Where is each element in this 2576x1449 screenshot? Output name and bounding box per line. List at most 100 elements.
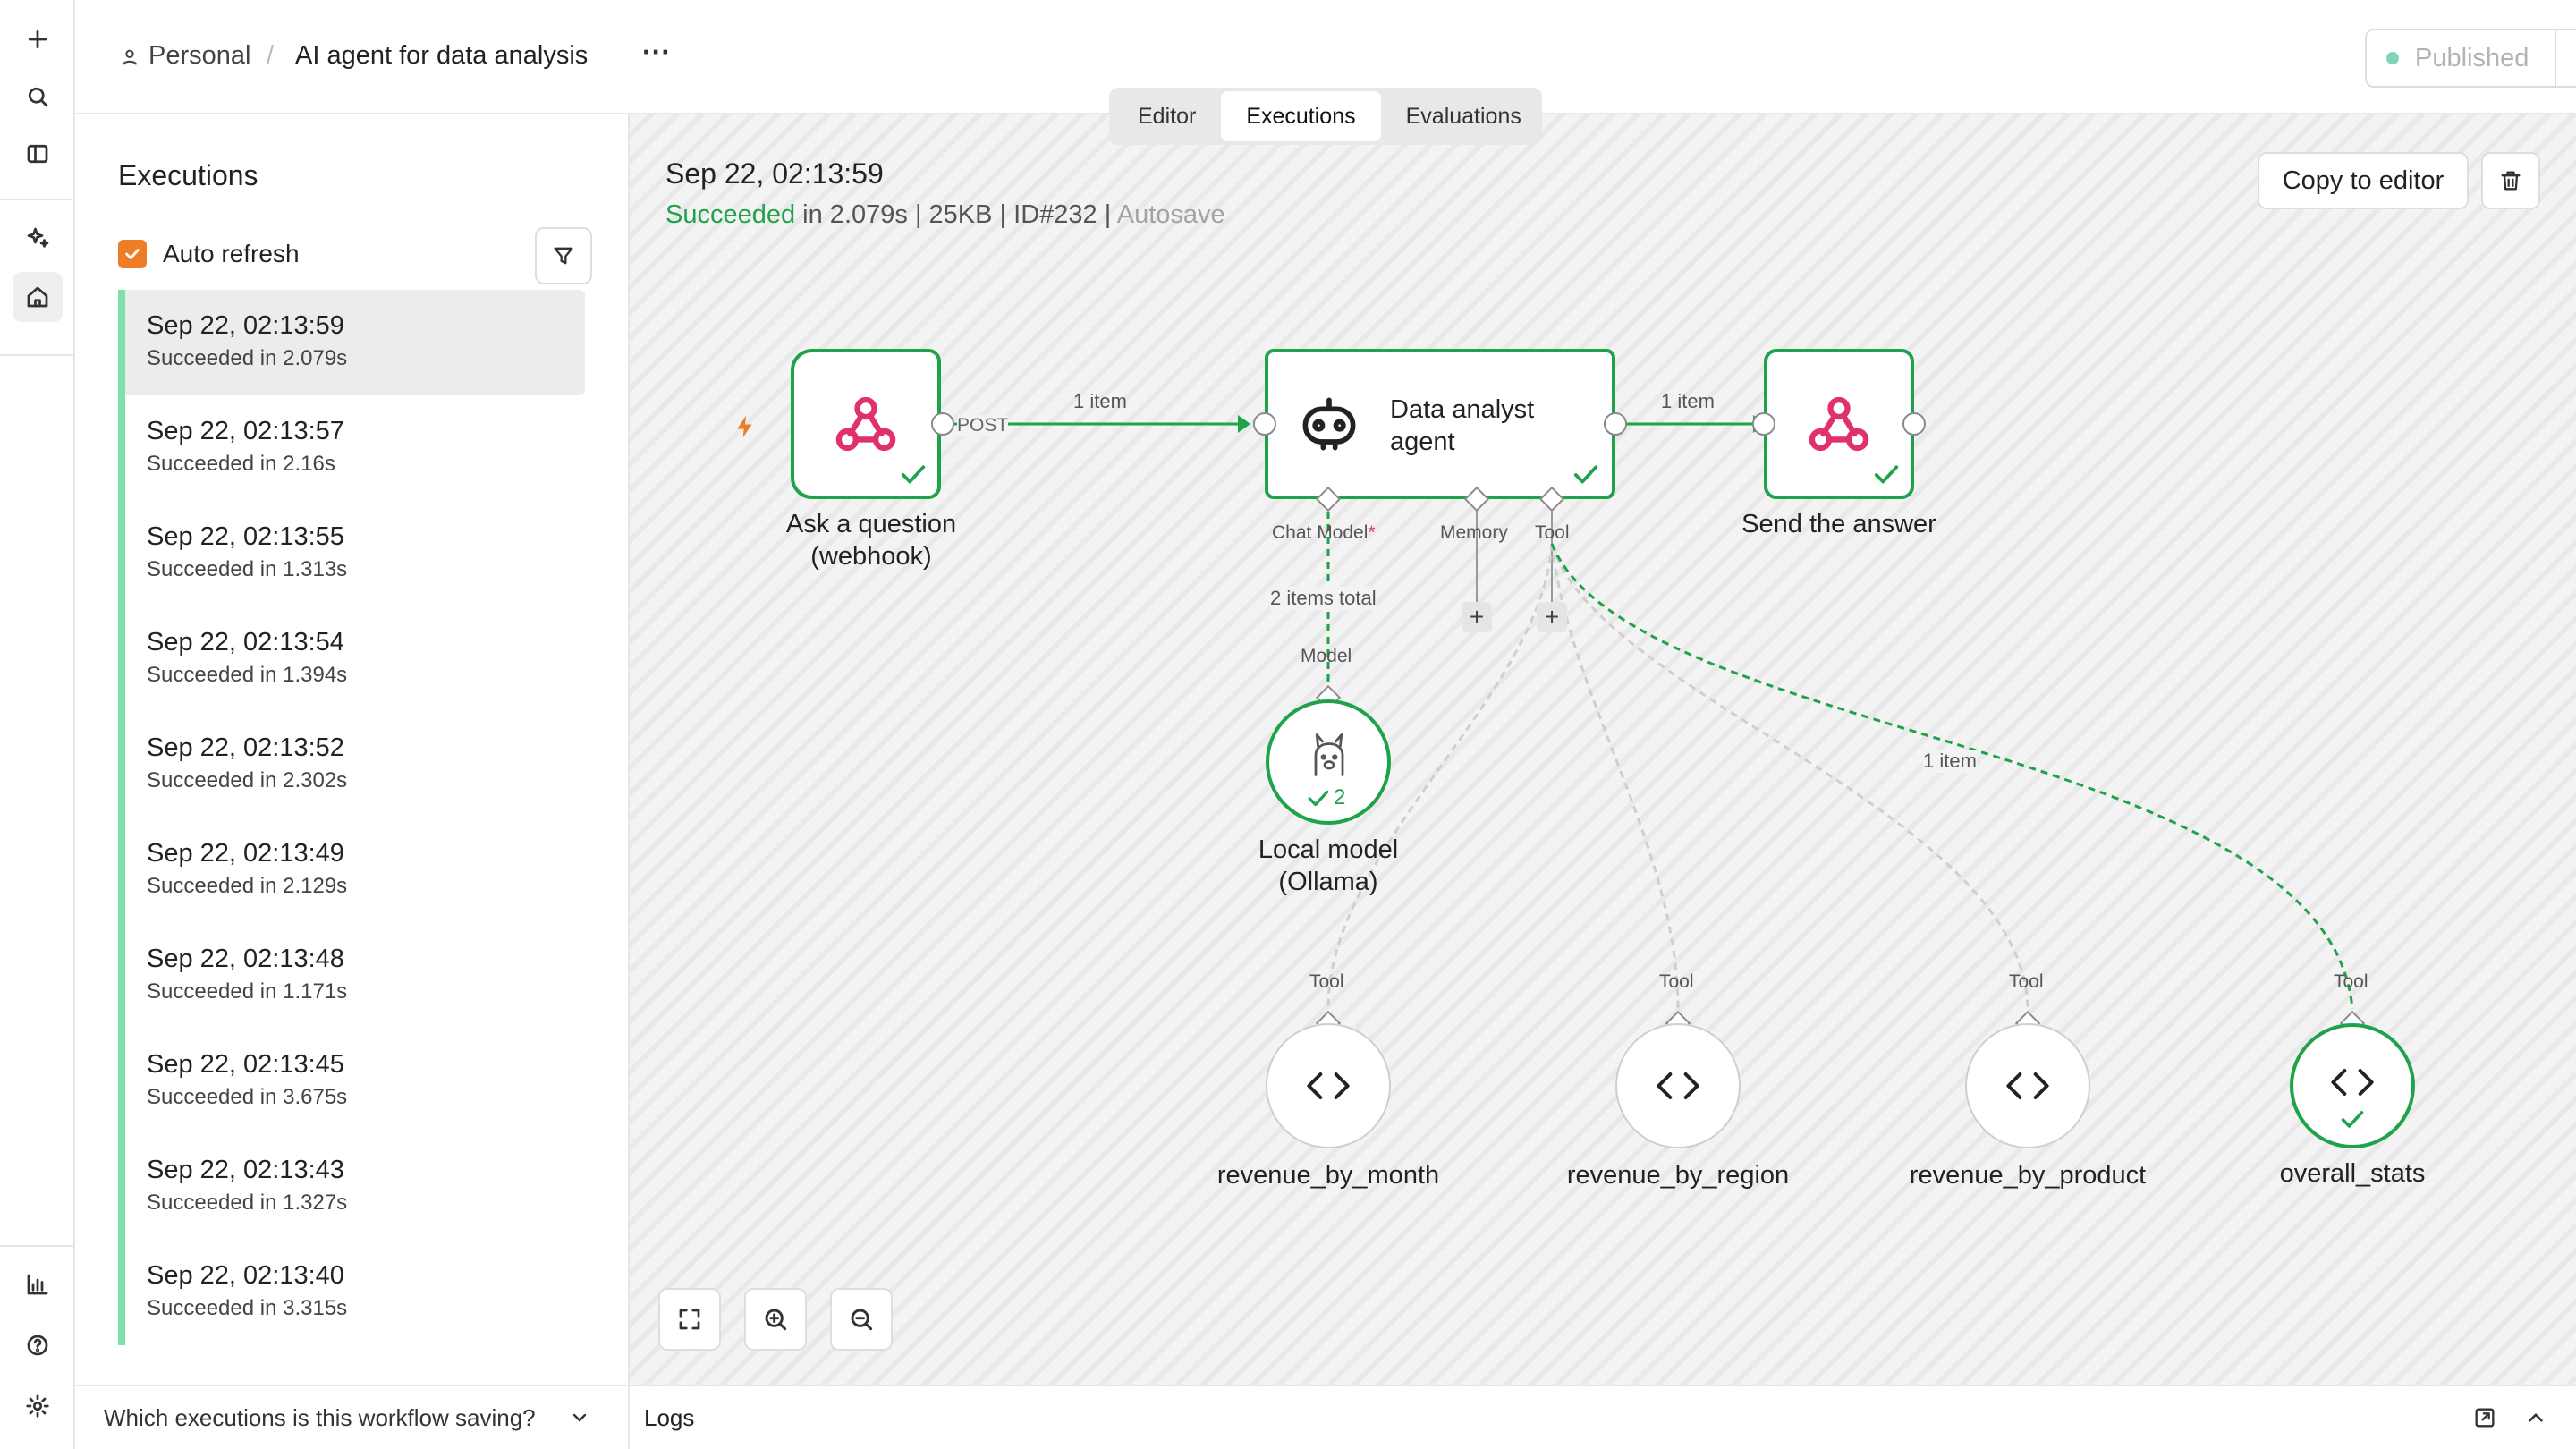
logs-label: Logs: [644, 1403, 695, 1431]
code-icon: [1307, 1072, 1350, 1099]
execution-status: Succeeded in 2.129s: [147, 874, 348, 898]
execution-status: Succeeded in 2.16s: [147, 452, 335, 476]
execution-item[interactable]: Sep 22, 02:13:43 Succeeded in 1.327s: [118, 1134, 585, 1240]
input-port[interactable]: [1253, 412, 1276, 436]
execution-date: Sep 22, 02:13:55: [147, 522, 344, 551]
execution-item[interactable]: Sep 22, 02:13:45 Succeeded in 3.675s: [118, 1029, 585, 1134]
tool-port-label: Tool: [1309, 971, 1344, 992]
filter-button[interactable]: [535, 227, 592, 284]
tab-evaluations[interactable]: Evaluations: [1381, 91, 1546, 141]
execution-item[interactable]: Sep 22, 02:13:55 Succeeded in 1.313s: [118, 501, 585, 606]
agent-label-line1: Data analyst: [1390, 395, 1535, 424]
agent-node[interactable]: Data analyst agent: [1265, 349, 1615, 499]
chat-model-port-label: Chat Model*: [1272, 522, 1376, 543]
workflow-name[interactable]: AI agent for data analysis: [295, 41, 588, 71]
model-label-line1: Local model: [1258, 835, 1399, 864]
execution-date: Sep 22, 02:13:48: [147, 945, 344, 973]
tool-node-revenue-by-product[interactable]: [1965, 1023, 2090, 1148]
pop-out-icon[interactable]: [2472, 1405, 2497, 1430]
model-port-label: Model: [1301, 646, 1352, 666]
webhook-icon: [1809, 396, 1869, 452]
output-port[interactable]: [1902, 412, 1926, 436]
tool-node-overall-stats[interactable]: [2290, 1023, 2415, 1148]
webhook-icon: [835, 396, 896, 452]
add-tool-button[interactable]: +: [1537, 602, 1567, 632]
zoom-in-button[interactable]: [744, 1288, 807, 1351]
execution-item[interactable]: Sep 22, 02:13:52 Succeeded in 2.302s: [118, 712, 585, 818]
logs-panel-bar[interactable]: Logs: [630, 1385, 2576, 1449]
add-memory-button[interactable]: +: [1462, 602, 1492, 632]
trigger-node-webhook[interactable]: [791, 349, 941, 499]
execution-status: Succeeded in 2.302s: [147, 768, 348, 792]
search-icon[interactable]: [13, 72, 63, 122]
success-check-icon: [1573, 465, 1598, 484]
sidebar-toggle-icon[interactable]: [13, 129, 63, 179]
code-icon: [2331, 1069, 2374, 1096]
settings-gear-icon[interactable]: [13, 1381, 63, 1431]
home-icon[interactable]: [13, 272, 63, 322]
edge-arrow: [1238, 415, 1250, 433]
auto-refresh-label[interactable]: Auto refresh: [163, 240, 300, 268]
saving-settings-label: Which executions is this workflow saving…: [104, 1403, 536, 1431]
output-port[interactable]: [931, 412, 954, 436]
execution-date: Sep 22, 02:13:57: [147, 417, 344, 445]
chevron-down-icon: [572, 1413, 587, 1422]
model-edge-label: 2 items total: [1270, 587, 1377, 610]
workflow-canvas[interactable]: Sep 22, 02:13:59 Succeeded in 2.079s | 2…: [630, 114, 2576, 1385]
tab-editor[interactable]: Editor: [1113, 91, 1221, 141]
llama-icon: [1314, 733, 1344, 776]
tool-node-revenue-by-region[interactable]: [1615, 1023, 1741, 1148]
fit-view-button[interactable]: [658, 1288, 721, 1351]
tool-label: overall_stats: [2279, 1159, 2426, 1188]
connections-layer: [944, 415, 2354, 1010]
published-button[interactable]: Published: [2367, 30, 2556, 86]
auto-refresh-checkbox[interactable]: [118, 240, 147, 268]
input-port[interactable]: [1752, 412, 1775, 436]
sparkles-icon[interactable]: [13, 213, 63, 263]
execution-item[interactable]: Sep 22, 02:13:59 Succeeded in 2.079s: [118, 290, 585, 395]
tool-label: revenue_by_month: [1216, 1161, 1440, 1190]
model-node-ollama[interactable]: 2: [1266, 699, 1391, 825]
tool-label: revenue_by_region: [1566, 1161, 1790, 1190]
tab-executions[interactable]: Executions: [1221, 91, 1381, 141]
executions-list: Sep 22, 02:13:59 Succeeded in 2.079s Sep…: [118, 290, 585, 1345]
more-options-button[interactable]: ···: [642, 36, 671, 69]
tool-port-label: Tool: [2334, 971, 2368, 992]
saving-settings-toggle[interactable]: Which executions is this workflow saving…: [75, 1385, 630, 1449]
execution-item[interactable]: Sep 22, 02:13:48 Succeeded in 1.171s: [118, 923, 585, 1029]
success-check-icon: [901, 465, 926, 484]
execution-item[interactable]: Sep 22, 02:13:54 Succeeded in 1.394s: [118, 606, 585, 712]
zoom-out-icon: [851, 1309, 873, 1331]
execution-item[interactable]: Sep 22, 02:13:49 Succeeded in 2.129s: [118, 818, 585, 923]
send-answer-node[interactable]: [1764, 349, 1914, 499]
execution-item[interactable]: Sep 22, 02:13:57 Succeeded in 2.16s: [118, 395, 585, 501]
fullscreen-icon: [679, 1309, 700, 1330]
tool-port-label: Tool: [1535, 522, 1570, 543]
chevron-down-icon[interactable]: [2556, 30, 2576, 86]
trigger-node-label: Ask a question (webhook): [785, 510, 957, 571]
publish-control: Published: [2365, 29, 2576, 88]
tool-port-label: Tool: [2009, 971, 2044, 992]
add-icon[interactable]: [13, 14, 63, 64]
execution-date: Sep 22, 02:13:54: [147, 628, 344, 657]
chevron-up-icon[interactable]: [2524, 1406, 2547, 1429]
execution-item[interactable]: Sep 22, 02:13:40 Succeeded in 3.315s: [118, 1240, 585, 1345]
tool-node-revenue-by-month[interactable]: [1266, 1023, 1391, 1148]
output-port[interactable]: [1604, 412, 1627, 436]
execution-status: Succeeded in 3.315s: [147, 1296, 348, 1320]
execution-status: Succeeded in 3.675s: [147, 1085, 348, 1109]
execution-status: Succeeded in 1.327s: [147, 1191, 348, 1215]
help-icon[interactable]: [13, 1320, 63, 1370]
robot-icon: [1302, 397, 1356, 451]
success-check-icon: [2341, 1111, 2364, 1128]
code-icon: [2006, 1072, 2049, 1099]
success-check-icon: [1874, 465, 1899, 484]
auto-refresh-row: Auto refresh: [118, 240, 300, 268]
trigger-port-label: POST: [957, 415, 1009, 436]
trigger-bolt-icon: [732, 413, 758, 445]
send-node-label: Send the answer: [1741, 510, 1936, 538]
execution-date: Sep 22, 02:13:59: [147, 311, 344, 340]
breadcrumb-project[interactable]: Personal: [148, 41, 250, 71]
insights-chart-icon[interactable]: [13, 1259, 63, 1309]
zoom-out-button[interactable]: [830, 1288, 893, 1351]
